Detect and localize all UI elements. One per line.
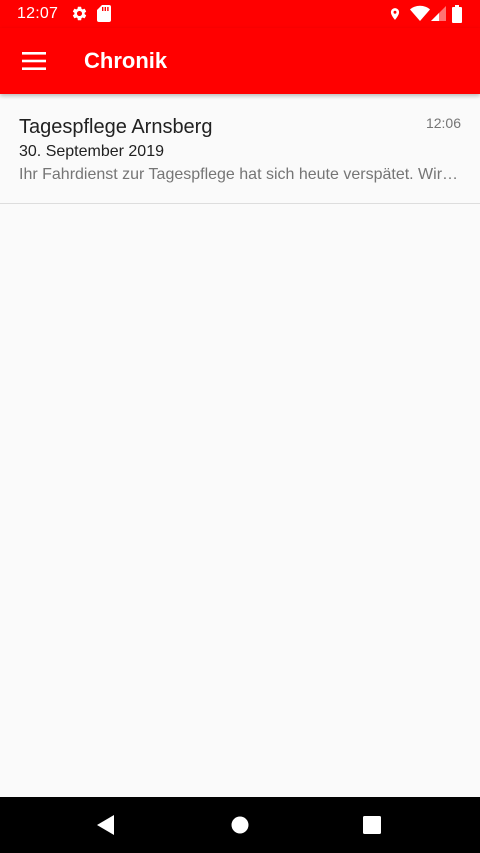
wifi-icon [410,5,430,21]
list-item[interactable]: Tagespflege Arnsberg 12:06 30. September… [0,94,480,204]
signal-icon [431,6,446,21]
back-icon [97,815,114,835]
back-button[interactable] [86,805,126,845]
navigation-bar [0,797,480,853]
item-time: 12:06 [425,115,461,131]
menu-button[interactable] [6,33,62,89]
home-icon [231,816,249,834]
sd-card-icon [97,5,111,22]
recents-icon [363,816,381,834]
app-bar: Chronik [0,28,480,94]
hamburger-menu-icon [22,52,46,70]
battery-icon [452,5,462,23]
item-preview: Ihr Fahrdienst zur Tagespflege hat sich … [19,166,461,183]
gear-icon [72,6,87,21]
item-date: 30. September 2019 [19,143,164,160]
timeline-list: Tagespflege Arnsberg 12:06 30. September… [0,94,480,204]
page-title: Chronik [84,48,168,73]
recents-button[interactable] [352,805,392,845]
location-icon [390,8,400,20]
status-bar: 12:07 [0,0,480,28]
home-button[interactable] [220,805,260,845]
item-title: Tagespflege Arnsberg [19,116,213,138]
status-time: 12:07 [17,5,59,22]
